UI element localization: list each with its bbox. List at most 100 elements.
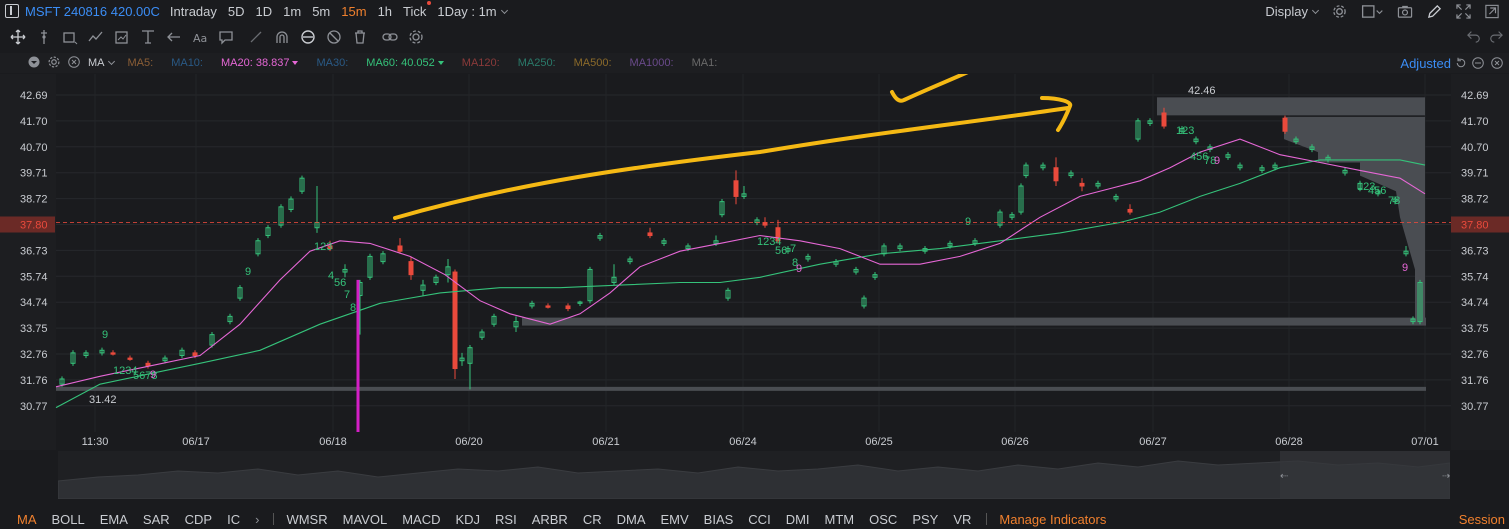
tab-dmi[interactable]: DMI [786, 512, 810, 527]
ma-item[interactable]: MA500: [574, 57, 612, 69]
indicator-close-icon[interactable] [68, 55, 80, 71]
tab-1d[interactable]: 1D [256, 4, 273, 19]
tab-1h[interactable]: 1h [378, 4, 392, 19]
sidebar-toggle-icon[interactable] [5, 4, 19, 18]
ma-item[interactable]: MA5: [128, 57, 154, 69]
tab-tick[interactable]: Tick [403, 0, 432, 19]
trend-tool-icon[interactable] [88, 29, 104, 45]
gear-icon[interactable] [1332, 4, 1347, 19]
x-tick-label: 06/27 [1139, 436, 1167, 448]
tab-vr[interactable]: VR [953, 512, 971, 527]
hide-drawing-icon[interactable] [326, 29, 342, 45]
tab-5m[interactable]: 5m [312, 4, 330, 19]
ma-item[interactable]: MA10: [171, 57, 203, 69]
x-tick-label: 06/26 [1001, 436, 1029, 448]
display-menu[interactable]: Display [1265, 4, 1320, 19]
ruler-icon[interactable] [248, 29, 264, 45]
tab-1m[interactable]: 1m [283, 4, 301, 19]
crosshair-move-icon[interactable] [10, 29, 26, 45]
tab-dma[interactable]: DMA [617, 512, 646, 527]
y-tick-label-left: 32.76 [20, 349, 48, 361]
tab-boll[interactable]: BOLL [52, 512, 85, 527]
ma-item[interactable]: MA30: [316, 57, 348, 69]
tab-kdj[interactable]: KDJ [455, 512, 480, 527]
tab-mavol[interactable]: MAVOL [343, 512, 388, 527]
support-zone [56, 386, 1426, 391]
layout-icon[interactable] [1361, 4, 1383, 19]
ma-item[interactable]: MA250: [518, 57, 556, 69]
redo-icon[interactable] [1489, 29, 1503, 46]
tab-5d[interactable]: 5D [228, 4, 245, 19]
measure-tool-icon[interactable] [114, 29, 130, 45]
tab-rsi[interactable]: RSI [495, 512, 517, 527]
candle-body [1053, 167, 1059, 182]
magnet-icon[interactable] [274, 29, 290, 45]
x-tick-label: 07/01 [1411, 436, 1439, 448]
tab-mtm[interactable]: MTM [825, 512, 855, 527]
trash-icon[interactable] [352, 29, 368, 45]
reset-icon[interactable] [1455, 57, 1467, 72]
tab-emv[interactable]: EMV [661, 512, 689, 527]
navigator-right-handle-icon[interactable]: ⇢ [1442, 471, 1450, 482]
tab-osc[interactable]: OSC [869, 512, 897, 527]
y-tick-label-left: 30.77 [20, 401, 48, 413]
collapse-icon[interactable] [28, 56, 40, 71]
tab-intraday[interactable]: Intraday [170, 4, 217, 19]
lock-drawing-icon[interactable] [300, 29, 316, 45]
tab-bias[interactable]: BIAS [704, 512, 734, 527]
chevron-right-icon[interactable]: › [255, 512, 259, 527]
undo-icon[interactable] [1467, 29, 1481, 46]
y-tick-label-right: 32.76 [1461, 349, 1489, 361]
pen-icon[interactable] [1427, 4, 1442, 19]
tab-psy[interactable]: PSY [912, 512, 938, 527]
tab-cci[interactable]: CCI [748, 512, 770, 527]
rectangle-tool-icon[interactable] [62, 29, 78, 45]
popout-icon[interactable] [1485, 4, 1499, 19]
comment-tool-icon[interactable] [218, 29, 234, 45]
tab-arbr[interactable]: ARBR [532, 512, 568, 527]
tab-sar[interactable]: SAR [143, 512, 170, 527]
tab-ema[interactable]: EMA [100, 512, 128, 527]
navigator-left-handle-icon[interactable]: ⇠ [1280, 471, 1289, 482]
range-navigator[interactable]: ⇠ ⇢ [58, 451, 1450, 499]
ma-item[interactable]: MA60: 40.052 [366, 57, 444, 69]
fullscreen-icon[interactable] [1456, 3, 1471, 19]
chevron-down-icon [292, 61, 299, 65]
candle-body [1282, 117, 1288, 132]
tab-15m[interactable]: 15m [341, 4, 366, 19]
indicator-settings-icon[interactable] [48, 56, 60, 71]
indicator-name[interactable]: MA [88, 57, 105, 69]
adjusted-label[interactable]: Adjusted [1400, 56, 1451, 71]
ma-item[interactable]: MA20: 38.837 [221, 57, 299, 69]
tab-wmsr[interactable]: WMSR [286, 512, 327, 527]
text-tool-icon[interactable]: Aa [192, 29, 208, 45]
chevron-down-icon[interactable] [107, 57, 115, 65]
period-select[interactable]: 1Day : 1m [437, 4, 508, 19]
close-pane-icon[interactable] [1491, 57, 1503, 72]
arrow-tool-icon[interactable] [166, 29, 182, 45]
ma-item[interactable]: MA120: [462, 57, 500, 69]
symbol-title[interactable]: MSFT 240816 420.00C [25, 4, 160, 19]
minus-circle-icon[interactable] [1472, 57, 1484, 72]
top-bar: MSFT 240816 420.00C Intraday 5D 1D 1m 5m… [0, 0, 1509, 22]
camera-icon[interactable] [1397, 4, 1413, 19]
candle-body [408, 261, 414, 276]
tab-cdp[interactable]: CDP [185, 512, 212, 527]
manage-indicators-button[interactable]: Manage Indicators [999, 512, 1106, 527]
tab-macd[interactable]: MACD [402, 512, 440, 527]
session-button[interactable]: Session [1459, 512, 1505, 527]
ma-item[interactable]: MA1000: [630, 57, 674, 69]
link-icon[interactable] [382, 29, 398, 45]
anchor-tool-icon[interactable] [140, 29, 156, 45]
vertical-line-icon[interactable] [36, 29, 52, 45]
ma-item[interactable]: MA1: [692, 57, 718, 69]
navigator-window[interactable] [1280, 451, 1450, 499]
y-tick-label-left: 31.76 [20, 375, 48, 387]
candle-body [1161, 112, 1167, 127]
tab-ma[interactable]: MA [17, 512, 37, 527]
tab-cr[interactable]: CR [583, 512, 602, 527]
candle-body [545, 305, 551, 308]
settings-icon[interactable] [408, 29, 424, 45]
tab-ic[interactable]: IC [227, 512, 240, 527]
price-chart[interactable]: 9123456789912345678123456 789912345678912… [0, 74, 1509, 450]
